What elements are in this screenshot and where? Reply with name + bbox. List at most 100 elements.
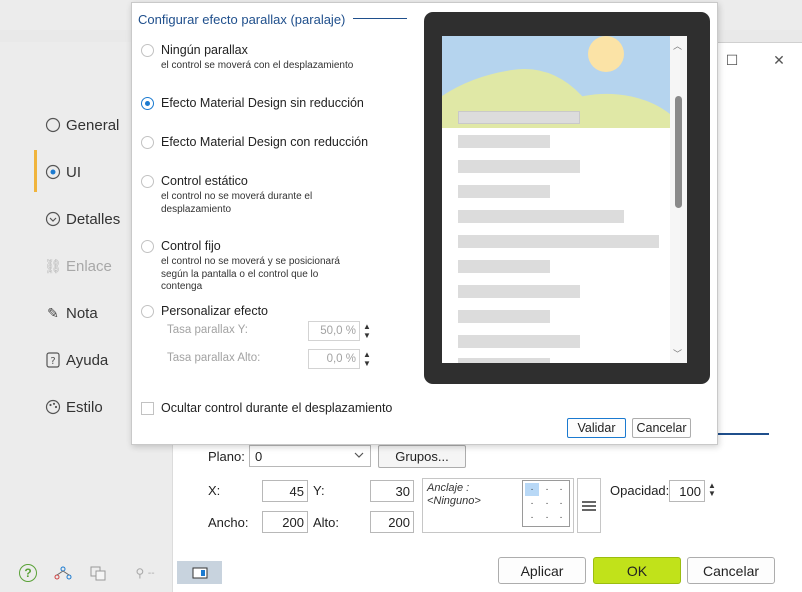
nav-item-ui[interactable]: UI [44, 159, 81, 185]
scroll-thumb[interactable] [675, 96, 682, 208]
nav-item-ayuda[interactable]: ? Ayuda [44, 347, 108, 373]
content-placeholder-bar [458, 260, 550, 273]
apply-button[interactable]: Aplicar [498, 557, 586, 584]
anchor-cell[interactable]: · [525, 497, 539, 510]
hierarchy-icon[interactable] [52, 562, 74, 584]
plano-select[interactable]: 0 [249, 445, 371, 467]
cancel-button[interactable]: Cancelar [687, 557, 775, 584]
chevron-circle-icon [44, 210, 62, 228]
hide-control-label: Ocultar control durante el desplazamient… [161, 401, 393, 415]
x-label: X: [208, 483, 221, 498]
close-icon[interactable]: ✕ [771, 52, 787, 68]
opacidad-field[interactable]: 100 [669, 480, 705, 502]
radio-button[interactable] [141, 305, 154, 318]
nav-item-estilo[interactable]: Estilo [44, 394, 103, 420]
tool-disabled-icon: ⚲ -- [135, 566, 155, 580]
nav-item-general[interactable]: General [44, 112, 119, 138]
content-placeholder-bar [458, 358, 550, 363]
anchor-cell[interactable]: · [540, 497, 554, 510]
content-placeholder-bar [458, 235, 659, 248]
down-arrow-icon[interactable]: ▼ [363, 359, 371, 368]
ancho-field[interactable]: 200 [262, 511, 308, 533]
tablet-preview: ︿ ﹀ [424, 12, 710, 384]
alto-field[interactable]: 200 [370, 511, 414, 533]
nav-label: Estilo [66, 398, 103, 416]
preview-scrollbar[interactable]: ︿ ﹀ [670, 36, 687, 363]
anchor-cell[interactable]: · [554, 483, 568, 496]
tasa-alto-label: Tasa parallax Alto: [167, 352, 261, 364]
ok-button[interactable]: OK [593, 557, 681, 584]
tasa-y-field[interactable]: 50,0 % [308, 321, 360, 341]
y-label: Y: [313, 483, 325, 498]
pencil-icon: ✎ [47, 304, 59, 321]
nav-label: Detalles [66, 210, 121, 228]
tasa-y-spinner[interactable]: ▲ ▼ [362, 322, 372, 340]
content-placeholder-bar [458, 210, 624, 223]
y-field[interactable]: 30 [370, 480, 414, 502]
chevron-down-icon [353, 449, 365, 464]
down-arrow-icon[interactable]: ▼ [708, 490, 716, 498]
nav-label: Nota [66, 304, 98, 322]
anchor-cell[interactable]: · [525, 483, 539, 496]
content-placeholder-bar [458, 111, 580, 124]
nav-item-nota[interactable]: ✎ Nota [44, 300, 98, 326]
tasa-alto-spinner[interactable]: ▲ ▼ [362, 350, 372, 368]
anchor-grid[interactable]: · · · · · · · · · [522, 480, 570, 527]
help-circle-icon[interactable]: ? [19, 564, 37, 582]
ancho-label: Ancho: [208, 515, 249, 530]
chevron-up-icon[interactable]: ︿ [673, 39, 682, 52]
anchor-box: Anclaje : <Ninguno> · · · · · · · · · [422, 478, 574, 533]
up-arrow-icon[interactable]: ▲ [363, 322, 371, 331]
nav-label: UI [66, 163, 81, 181]
content-placeholder-bar [458, 135, 550, 148]
tablet-view-toggle[interactable] [177, 561, 222, 584]
nav-label: General [66, 116, 120, 134]
popup-cancel-button[interactable]: Cancelar [632, 418, 691, 438]
nav-item-enlace[interactable]: ⛓ Enlace [44, 253, 112, 279]
content-placeholder-bar [458, 185, 550, 198]
anchor-cell[interactable]: · [540, 511, 554, 524]
tablet-screen: ︿ ﹀ [442, 36, 687, 363]
parallax-popup: Configurar efecto parallax (paralaje) Ni… [131, 2, 718, 445]
radio-button[interactable] [141, 175, 154, 188]
chevron-down-icon[interactable]: ﹀ [673, 347, 682, 360]
content-placeholder-bar [458, 285, 580, 298]
anchor-cell[interactable]: · [525, 511, 539, 524]
anchor-cell[interactable]: · [554, 511, 568, 524]
nav-active-indicator [34, 150, 37, 192]
anchor-cell[interactable]: · [554, 497, 568, 510]
opacidad-label: Opacidad: [610, 483, 670, 498]
radio-button[interactable] [141, 44, 154, 57]
link-icon: ⛓ [44, 257, 62, 274]
palette-icon [44, 398, 62, 416]
nav-label: Enlace [66, 257, 112, 275]
anchor-label: Anclaje : <Ninguno> [427, 482, 481, 507]
radio-button[interactable] [141, 97, 154, 110]
tasa-alto-field[interactable]: 0,0 % [308, 349, 360, 369]
svg-text:?: ? [50, 356, 55, 367]
tasa-y-label: Tasa parallax Y: [167, 324, 248, 336]
down-arrow-icon[interactable]: ▼ [363, 331, 371, 340]
translate-icon[interactable] [87, 562, 109, 584]
content-placeholder-bar [458, 335, 580, 348]
title-divider [353, 18, 407, 19]
validate-button[interactable]: Validar [567, 418, 626, 438]
maximize-icon[interactable]: ☐ [724, 52, 740, 68]
hide-control-checkbox[interactable] [141, 402, 154, 415]
eye-icon [44, 163, 62, 181]
popup-title: Configurar efecto parallax (paralaje) [138, 12, 346, 27]
grupos-button[interactable]: Grupos... [378, 445, 466, 468]
nav-label: Ayuda [66, 351, 109, 369]
help-icon: ? [44, 351, 62, 369]
x-field[interactable]: 45 [262, 480, 308, 502]
anchor-cell[interactable]: · [540, 483, 554, 496]
nav-item-detalles[interactable]: Detalles [44, 206, 120, 232]
up-arrow-icon[interactable]: ▲ [363, 350, 371, 359]
radio-button[interactable] [141, 240, 154, 253]
menu-lines-icon[interactable] [577, 478, 601, 533]
opacidad-spinner[interactable]: ▲ ▼ [707, 482, 717, 498]
content-placeholder-bar [458, 160, 580, 173]
radio-button[interactable] [141, 136, 154, 149]
alto-label: Alto: [313, 515, 340, 530]
radio-circle-icon [44, 116, 62, 134]
